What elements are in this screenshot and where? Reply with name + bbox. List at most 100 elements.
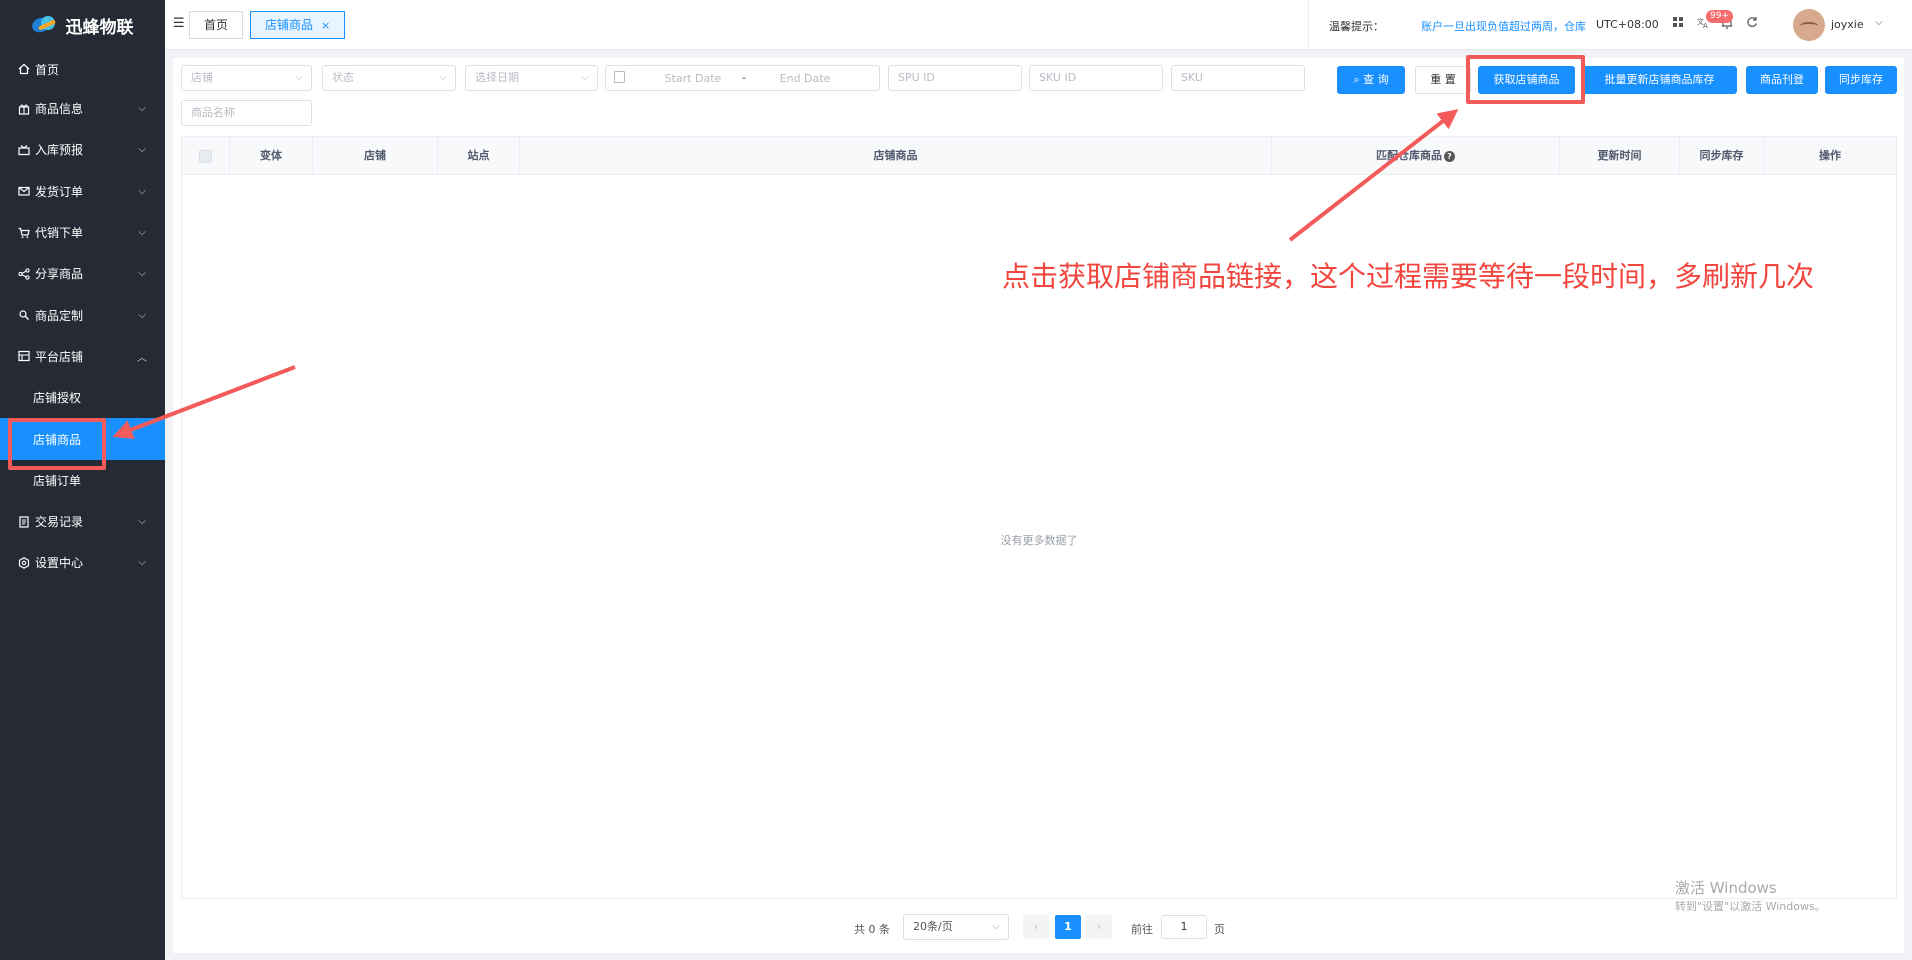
spu-id-placeholder: SPU ID bbox=[898, 71, 935, 84]
sidebar-item-customization[interactable]: 商品定制 ⌵ bbox=[0, 294, 165, 335]
sidebar-item-inbound[interactable]: 入库预报 ⌵ bbox=[0, 129, 165, 170]
document-icon bbox=[17, 516, 31, 528]
column-header: 站点 bbox=[438, 137, 520, 175]
batch-update-stock-button[interactable]: 批量更新店铺商品库存 bbox=[1582, 66, 1737, 94]
page-suffix: 页 bbox=[1214, 923, 1225, 936]
column-header: 店铺商品 bbox=[520, 137, 1272, 175]
logo-icon bbox=[29, 15, 58, 35]
sku-placeholder: SKU bbox=[1181, 71, 1203, 84]
close-icon[interactable]: × bbox=[321, 19, 330, 32]
next-page-button[interactable]: › bbox=[1086, 915, 1112, 939]
top-header: ☰ 首页 店铺商品 × 温馨提示： 账户一旦出现负值超过两周，仓库 UTC+08:… bbox=[165, 0, 1912, 50]
button-label: 重 置 bbox=[1430, 73, 1456, 86]
tab-store-products[interactable]: 店铺商品 × bbox=[250, 11, 346, 39]
store-products-table: 变体 店铺 站点 店铺商品 匹配仓库商品? 更新时间 同步库存 操作 没有更多数… bbox=[181, 136, 1897, 899]
store-select[interactable]: 店铺 ⌵ bbox=[181, 65, 312, 91]
reset-button[interactable]: 重 置 bbox=[1415, 66, 1471, 94]
sku-id-input[interactable]: SKU ID bbox=[1029, 65, 1163, 91]
button-label: 批量更新店铺商品库存 bbox=[1604, 73, 1715, 86]
sidebar-item-label: 代销下单 bbox=[35, 226, 84, 241]
sidebar-item-label: 交易记录 bbox=[35, 515, 84, 530]
prev-page-button[interactable]: ‹ bbox=[1023, 915, 1049, 939]
annotation-text: 点击获取店铺商品链接，这个过程需要等待一段时间，多刷新几次 bbox=[1002, 260, 1815, 293]
share-icon bbox=[17, 268, 31, 280]
chevron-down-icon[interactable]: ⌵ bbox=[1875, 17, 1883, 28]
chevron-down-icon: ⌵ bbox=[138, 557, 146, 569]
status-select[interactable]: 状态 ⌵ bbox=[322, 65, 456, 91]
sidebar-item-consignment[interactable]: 代销下单 ⌵ bbox=[0, 212, 165, 253]
total-count: 共 0 条 bbox=[854, 923, 890, 936]
publish-product-button[interactable]: 商品刊登 bbox=[1746, 66, 1818, 94]
column-header: 操作 bbox=[1819, 149, 1841, 162]
chevron-down-icon: ⌵ bbox=[138, 516, 146, 528]
tab-label: 店铺商品 bbox=[265, 18, 314, 32]
date-separator: - bbox=[742, 71, 746, 84]
date-type-placeholder: 选择日期 bbox=[475, 71, 519, 84]
page-size-select[interactable]: 20条/页 ⌵ bbox=[903, 914, 1009, 940]
chevron-down-icon: ⌵ bbox=[138, 185, 146, 197]
sidebar-subitem-store-auth[interactable]: 店铺授权 bbox=[0, 377, 165, 418]
box-in-icon bbox=[17, 144, 31, 156]
column-header: 店铺 bbox=[313, 137, 438, 175]
chevron-down-icon: ⌵ bbox=[138, 309, 146, 321]
highlight-box-fetch-button bbox=[1466, 55, 1585, 104]
brand-logo[interactable]: 迅蜂物联 bbox=[0, 0, 165, 50]
tip-label: 温馨提示： bbox=[1329, 20, 1384, 33]
sidebar-item-share-products[interactable]: 分享商品 ⌵ bbox=[0, 253, 165, 294]
sidebar-item-label: 商品信息 bbox=[35, 102, 84, 117]
sidebar-item-shipping-orders[interactable]: 发货订单 ⌵ bbox=[0, 171, 165, 212]
settings-icon bbox=[17, 557, 31, 569]
sidebar-item-label: 入库预报 bbox=[35, 143, 84, 158]
column-header: 同步库存 bbox=[1680, 137, 1764, 175]
chevron-down-icon: ⌵ bbox=[138, 103, 146, 115]
column-header-matched: 匹配仓库商品? bbox=[1272, 137, 1560, 175]
chevron-down-icon: ⌵ bbox=[581, 72, 589, 83]
status-placeholder: 状态 bbox=[332, 71, 354, 84]
product-name-input[interactable]: 商品名称 bbox=[181, 100, 312, 126]
sidebar-item-settings[interactable]: 设置中心 ⌵ bbox=[0, 542, 165, 583]
sidebar-item-home[interactable]: 首页 bbox=[0, 50, 165, 88]
date-type-select[interactable]: 选择日期 ⌵ bbox=[465, 65, 598, 91]
timezone-label[interactable]: UTC+08:00 bbox=[1596, 18, 1659, 31]
date-range-picker[interactable]: Start Date - End Date bbox=[605, 65, 880, 91]
menu-collapse-icon[interactable]: ☰ bbox=[173, 16, 185, 31]
query-button[interactable]: ⌕ 查 询 bbox=[1337, 66, 1405, 94]
column-header: 更新时间 bbox=[1560, 137, 1680, 175]
search-icon: ⌕ bbox=[1353, 73, 1364, 86]
checkbox-icon bbox=[199, 149, 212, 163]
mail-icon bbox=[17, 185, 31, 197]
sidebar-item-platform-stores[interactable]: 平台店铺 ︿ bbox=[0, 336, 165, 377]
home-icon bbox=[17, 63, 31, 75]
button-label: 商品刊登 bbox=[1760, 73, 1804, 86]
svg-text:A: A bbox=[1703, 22, 1708, 29]
calendar-icon bbox=[614, 71, 625, 83]
select-all-checkbox[interactable] bbox=[182, 137, 230, 175]
page-number-current[interactable]: 1 bbox=[1055, 915, 1081, 939]
sidebar-item-label: 发货订单 bbox=[35, 184, 84, 199]
gift-icon bbox=[17, 103, 31, 115]
cart-icon bbox=[17, 227, 31, 239]
username[interactable]: joyxie bbox=[1831, 18, 1864, 31]
refresh-icon[interactable] bbox=[1746, 16, 1758, 32]
chevron-up-icon: ︿ bbox=[137, 352, 147, 364]
button-label: 查 询 bbox=[1363, 73, 1389, 86]
sku-id-placeholder: SKU ID bbox=[1039, 71, 1077, 84]
avatar[interactable] bbox=[1793, 9, 1825, 41]
sidebar-item-product-info[interactable]: 商品信息 ⌵ bbox=[0, 88, 165, 129]
sku-input[interactable]: SKU bbox=[1171, 65, 1305, 91]
header-right: 温馨提示： 账户一旦出现负值超过两周，仓库 UTC+08:00 文A 99+ j… bbox=[1308, 0, 1912, 50]
highlight-box-sidebar bbox=[8, 418, 106, 470]
spu-id-input[interactable]: SPU ID bbox=[888, 65, 1022, 91]
help-icon[interactable]: ? bbox=[1444, 150, 1455, 162]
sync-stock-button[interactable]: 同步库存 bbox=[1825, 66, 1897, 94]
tab-home[interactable]: 首页 bbox=[189, 11, 244, 39]
sidebar-item-label: 首页 bbox=[35, 62, 60, 77]
goto-page-input[interactable]: 1 bbox=[1161, 915, 1207, 939]
grid-icon[interactable] bbox=[1672, 16, 1684, 32]
store-placeholder: 店铺 bbox=[191, 71, 213, 84]
windows-watermark-subtitle: 转到"设置"以激活 Windows。 bbox=[1675, 900, 1826, 913]
end-date[interactable]: End Date bbox=[762, 72, 848, 85]
empty-state-text: 没有更多数据了 bbox=[1000, 534, 1078, 547]
sidebar-item-transactions[interactable]: 交易记录 ⌵ bbox=[0, 501, 165, 542]
start-date[interactable]: Start Date bbox=[650, 72, 736, 85]
